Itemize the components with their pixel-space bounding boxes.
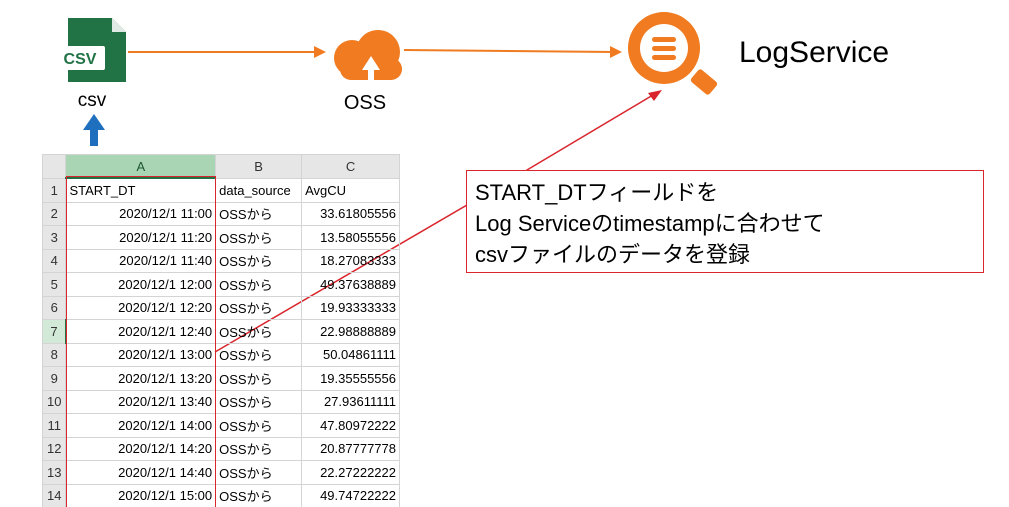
cell-data-source[interactable]: OSSから: [215, 483, 303, 507]
cell-data-source[interactable]: OSSから: [215, 389, 303, 414]
table-row: 8 2020/12/1 13:00 OSSから 50.04861111: [42, 342, 400, 367]
csv-label: csv: [77, 90, 107, 111]
cell-data-source[interactable]: OSSから: [215, 272, 303, 297]
row-number[interactable]: 3: [42, 225, 67, 250]
cell-start-dt[interactable]: 2020/12/1 12:20: [65, 295, 217, 320]
cell-start-dt[interactable]: 2020/12/1 12:00: [65, 272, 217, 297]
table-row: 1 START_DT data_source AvgCU: [42, 177, 400, 203]
row-number[interactable]: 4: [42, 248, 67, 273]
callout-line-2: Log Serviceのtimestampに合わせて: [475, 211, 825, 236]
column-header-b[interactable]: B: [215, 154, 303, 179]
column-header-c[interactable]: C: [301, 154, 400, 179]
cell-avgcu[interactable]: 49.74722222: [301, 483, 400, 507]
upload-arrow-icon: [83, 114, 105, 146]
cell-avgcu[interactable]: 20.87777778: [301, 436, 400, 461]
callout-box: START_DTフィールドを Log Serviceのtimestampに合わせ…: [466, 170, 984, 273]
cell-avgcu[interactable]: AvgCU: [301, 177, 400, 203]
cell-avgcu[interactable]: 50.04861111: [301, 342, 400, 367]
row-number[interactable]: 12: [42, 436, 67, 461]
row-number[interactable]: 2: [42, 201, 67, 226]
table-row: 7 2020/12/1 12:40 OSSから 22.98888889: [42, 319, 400, 344]
table-row: 12 2020/12/1 14:20 OSSから 20.87777778: [42, 436, 400, 461]
oss-cloud-icon: [334, 30, 402, 80]
row-number[interactable]: 14: [42, 483, 67, 507]
cell-data-source[interactable]: OSSから: [215, 366, 303, 391]
cell-start-dt[interactable]: 2020/12/1 13:00: [65, 342, 217, 367]
logservice-label: LogService: [739, 36, 890, 69]
cell-avgcu[interactable]: 19.93333333: [301, 295, 400, 320]
cell-avgcu[interactable]: 22.27222222: [301, 460, 400, 485]
cell-avgcu[interactable]: 49.37638889: [301, 272, 400, 297]
spreadsheet: A B C 1 START_DT data_source AvgCU 2 2020/12/…: [42, 154, 400, 507]
spreadsheet-table: A B C 1 START_DT data_source AvgCU 2 2020/12/…: [42, 154, 400, 507]
callout-line-3: csvファイルのデータを登録: [475, 242, 751, 267]
row-number[interactable]: 11: [42, 413, 67, 438]
cell-data-source[interactable]: OSSから: [215, 460, 303, 485]
callout-line-1: START_DTフィールドを: [475, 180, 719, 205]
arrow-csv-to-oss: [128, 46, 326, 58]
oss-label: OSS: [343, 92, 387, 114]
csv-file-icon: CSV: [55, 18, 126, 82]
column-header-row: A B C: [42, 154, 400, 179]
table-row: 13 2020/12/1 14:40 OSSから 22.27222222: [42, 460, 400, 485]
row-number[interactable]: 6: [42, 295, 67, 320]
cell-start-dt[interactable]: 2020/12/1 14:20: [65, 436, 217, 461]
csv-icon-text: CSV: [64, 51, 97, 68]
cell-avgcu[interactable]: 18.27083333: [301, 248, 400, 273]
cell-avgcu[interactable]: 19.35555556: [301, 366, 400, 391]
cell-data-source[interactable]: OSSから: [215, 295, 303, 320]
cell-avgcu[interactable]: 27.93611111: [301, 389, 400, 414]
table-row: 4 2020/12/1 11:40 OSSから 18.27083333: [42, 248, 400, 273]
cell-avgcu[interactable]: 13.58055556: [301, 225, 400, 250]
cell-start-dt[interactable]: 2020/12/1 13:20: [65, 366, 217, 391]
row-number[interactable]: 5: [42, 272, 67, 297]
cell-start-dt[interactable]: 2020/12/1 11:20: [65, 225, 217, 250]
cell-start-dt[interactable]: START_DT: [65, 177, 217, 203]
cell-avgcu[interactable]: 22.98888889: [301, 319, 400, 344]
row-number[interactable]: 7: [42, 319, 68, 344]
row-number[interactable]: 9: [42, 366, 67, 391]
cell-start-dt[interactable]: 2020/12/1 15:00: [65, 483, 217, 507]
cell-data-source[interactable]: data_source: [215, 177, 303, 203]
row-number[interactable]: 1: [42, 177, 67, 203]
cell-data-source[interactable]: OSSから: [215, 413, 303, 438]
cell-avgcu[interactable]: 47.80972222: [301, 413, 400, 438]
cell-data-source[interactable]: OSSから: [215, 436, 303, 461]
table-row: 14 2020/12/1 15:00 OSSから 49.74722222: [42, 483, 400, 507]
cell-data-source[interactable]: OSSから: [215, 225, 303, 250]
cell-data-source[interactable]: OSSから: [215, 319, 303, 344]
table-row: 11 2020/12/1 14:00 OSSから 47.80972222: [42, 413, 400, 438]
table-row: 5 2020/12/1 12:00 OSSから 49.37638889: [42, 272, 400, 297]
corner-cell[interactable]: [42, 154, 67, 179]
row-number[interactable]: 10: [42, 389, 67, 414]
cell-start-dt[interactable]: 2020/12/1 11:40: [65, 248, 217, 273]
row-number[interactable]: 8: [42, 342, 67, 367]
column-header-a[interactable]: A: [65, 154, 217, 179]
cell-start-dt[interactable]: 2020/12/1 14:00: [65, 413, 217, 438]
cell-data-source[interactable]: OSSから: [215, 248, 303, 273]
cell-avgcu[interactable]: 33.61805556: [301, 201, 400, 226]
cell-data-source[interactable]: OSSから: [215, 201, 303, 226]
table-row: 10 2020/12/1 13:40 OSSから 27.93611111: [42, 389, 400, 414]
table-row: 6 2020/12/1 12:20 OSSから 19.93333333: [42, 295, 400, 320]
table-row: 9 2020/12/1 13:20 OSSから 19.35555556: [42, 366, 400, 391]
arrow-oss-to-logservice: [403, 46, 622, 58]
table-row: 3 2020/12/1 11:20 OSSから 13.58055556: [42, 225, 400, 250]
cell-data-source[interactable]: OSSから: [215, 342, 303, 367]
table-row: 2 2020/12/1 11:00 OSSから 33.61805556: [42, 201, 400, 226]
cell-start-dt[interactable]: 2020/12/1 11:00: [65, 201, 217, 226]
cell-start-dt[interactable]: 2020/12/1 13:40: [65, 389, 217, 414]
cell-start-dt[interactable]: 2020/12/1 14:40: [65, 460, 217, 485]
row-number[interactable]: 13: [42, 460, 67, 485]
cell-start-dt[interactable]: 2020/12/1 12:40: [65, 319, 217, 344]
logservice-icon: [628, 12, 718, 95]
